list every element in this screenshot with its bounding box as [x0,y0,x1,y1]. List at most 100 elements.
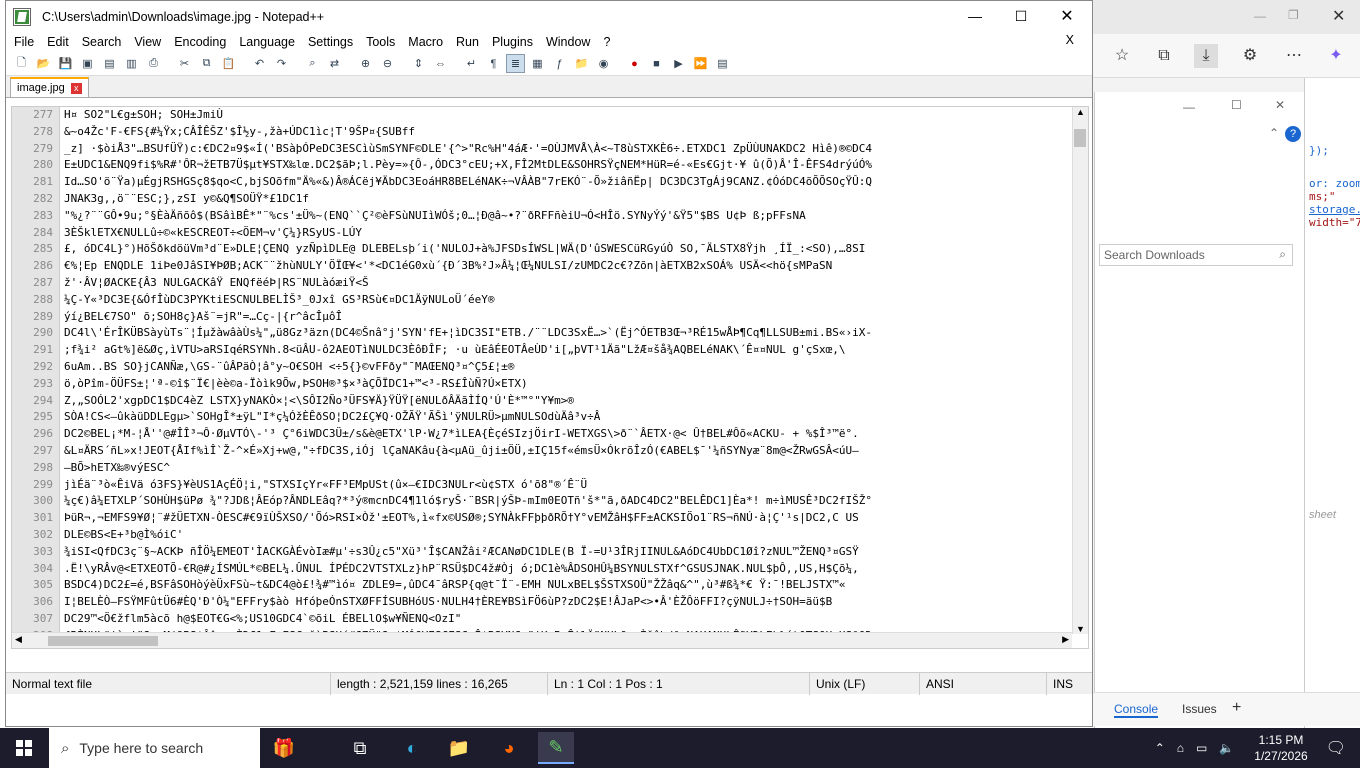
menu-macro[interactable]: Macro [408,35,443,49]
horizontal-scroll-thumb[interactable] [48,636,158,646]
issues-tab[interactable]: Issues [1182,702,1217,716]
browser-close-icon[interactable]: ✕ [1332,6,1345,26]
console-tab[interactable]: Console [1114,702,1159,718]
text-editor[interactable]: 277 278 279 280 281 282 283 284 285 286 287 288 289 2… [11,106,1089,649]
notepadpp-taskbar-icon[interactable]: ✎ [538,732,574,764]
menu-encoding[interactable]: Encoding [174,35,226,49]
more-icon[interactable]: ⋯ [1282,44,1306,68]
scroll-up-icon[interactable]: ▲ [1076,107,1085,117]
code-line[interactable]: 6uAm..BS SO}jCANÑæ,\GS-¨ûÂPäÒ¦â°y~O€SOH … [64,359,1071,376]
menu-tools[interactable]: Tools [366,35,395,49]
clock[interactable]: 1:15 PM 1/27/2026 [1254,732,1307,764]
run-macro-multiple-icon[interactable]: ⏩ [691,54,710,73]
stop-record-icon[interactable]: ■ [647,54,666,73]
code-line[interactable]: &L¤ÄRS´ñL»x!JEOT{ÅIf%ìÎ`Ž-^×É»Xj+w@,"÷fD… [64,443,1071,460]
menu-help[interactable]: ? [603,35,610,49]
taskbar-search[interactable]: ⌕ Type here to search [49,728,260,768]
edge-icon[interactable]: ◐ [394,732,430,764]
code-line[interactable]: ž'·ÂV¦ØACKE{Â3 NULGACKâŸ ENQfëéÞ|RS¨NULà… [64,275,1071,292]
zoom-in-icon[interactable]: ⊕ [356,54,375,73]
code-line[interactable]: ¼Ç-Y«³DC3E{&ÓfÎùDC3PYKtiESCNULBELÌŠ³_0Jx… [64,292,1071,309]
tray-chevron-icon[interactable]: ⌃ [1155,741,1165,755]
tab-close-icon[interactable]: x [70,82,82,94]
code-line[interactable]: —BÕ>hETX‰®výESC^ [64,460,1071,477]
firefox-icon[interactable]: ◕ [491,732,527,764]
function-list-icon[interactable]: ƒ [550,54,569,73]
code-line[interactable]: DC29™<Ö€žflm5àcõ h@$EOT€G<%;US10GDC4`©õi… [64,611,1071,628]
code-line[interactable]: E±UDC1&ENQ9fi$%R#'ÔR¬žETB7Ü$µt¥STX‰lœ.DC… [64,157,1071,174]
menu-window[interactable]: Window [546,35,590,49]
menu-settings[interactable]: Settings [308,35,353,49]
help-icon[interactable]: ? [1285,126,1301,142]
task-view-icon[interactable]: ⧉ [342,732,378,764]
monitoring-icon[interactable]: ◉ [594,54,613,73]
status-insert-mode[interactable]: INS [1047,673,1092,695]
code-line[interactable]: &~o4Žc'F-€FS{#¼Ÿx;CÂÎÊŠZ'$Î½y-,žà+ÚDC1ìc… [64,124,1071,141]
code-line[interactable]: ¼ç€)â¼ETXLP´SOHÙH$üPø ¾"?JDß¦ÂEóp?ÂNDLEâ… [64,493,1071,510]
copilot-icon[interactable]: ✦ [1324,44,1348,68]
extensions-icon[interactable]: ⚙ [1238,44,1262,68]
code-line[interactable]: BSDC4)DC2£=é,BSFâSOHòýèÜxFSù~t&DC4@ò£!¾#… [64,577,1071,594]
downloads-icon[interactable]: ⤓ [1194,44,1218,68]
close-file-icon[interactable]: ▤ [100,54,119,73]
favorites-icon[interactable]: ☆ [1110,44,1134,68]
code-line[interactable]: jìÉä¨³ò«ÊiVä ó3FS}¥èUS1AçÉÖ¦i,"STXSIçYr«… [64,477,1071,494]
menu-file[interactable]: File [14,35,34,49]
save-all-icon[interactable]: ▣ [78,54,97,73]
status-eol[interactable]: Unix (LF) [810,672,920,695]
code-line[interactable]: DLE©BS<E+³b@Ì%óiC' [64,527,1071,544]
code-line[interactable]: ;f¾i² aGt%]ë&Øç,ìVTU>aRSIqéRSYNh.8<üÂU-ô… [64,342,1071,359]
maximize-button[interactable]: ☐ [998,1,1044,32]
code-line[interactable]: ÞüR¬,¬EMFS9¥Ø¦¨#žÜETXN-ÒESC#€9ïÙŠXSO/'Õó… [64,510,1071,527]
new-file-icon[interactable]: 🗋 [12,54,31,73]
panel-close-icon[interactable]: ✕ [1275,98,1285,112]
redo-icon[interactable]: ↷ [272,54,291,73]
play-macro-icon[interactable]: ▶ [669,54,688,73]
menu-view[interactable]: View [134,35,161,49]
status-encoding[interactable]: ANSI [920,672,1047,695]
volume-icon[interactable]: 🔈 [1219,741,1234,755]
code-line[interactable]: ýí¿BEL€7SO" õ;SOH8ç}Aš¨=jR"=…Cç-|{r^âcÎµ… [64,309,1071,326]
code-line[interactable]: €%¦Ep ENQDLE 1iÞe0JâSI¥ÞØB;ACK¨¨žhùNULY'… [64,258,1071,275]
menu-language[interactable]: Language [239,35,295,49]
network-icon[interactable]: ⌂ [1177,741,1184,755]
vertical-scrollbar[interactable]: ▲ ▼ [1072,107,1088,634]
horizontal-scrollbar[interactable]: ◀ ▶ [12,632,1072,648]
add-tab-icon[interactable]: + [1232,699,1241,717]
word-wrap-icon[interactable]: ↵ [462,54,481,73]
code-line[interactable]: H¤ SO2"L€g±SOH; SOH±JmiÙ [64,107,1071,124]
close-document-button[interactable]: X [1066,33,1074,47]
show-all-chars-icon[interactable]: ¶ [484,54,503,73]
cut-icon[interactable]: ✂ [175,54,194,73]
sync-horizontal-icon[interactable]: ⇔ [431,54,450,73]
vertical-scroll-thumb[interactable] [1074,129,1086,147]
editor-content[interactable]: H¤ SO2"L€g±SOH; SOH±JmiÙ &~o4Žc'F-€FS{#¼Ÿ… [64,107,1071,648]
code-line[interactable]: _z] ·$òiÅ3"…BSUfÜŸ)c:€DC2¤9$«Í('BSàþÓPeD… [64,141,1071,158]
scroll-left-icon[interactable]: ◀ [15,634,22,645]
paste-icon[interactable]: 📋 [219,54,238,73]
code-line[interactable]: SÒA!CS<—ûkàüDDLEgµ>`SOHgÎ*±ÿL"I*ç¼ÓžÈÊðS… [64,409,1071,426]
scroll-down-icon[interactable]: ▼ [1076,624,1085,634]
file-explorer-icon[interactable]: 📁 [441,732,477,764]
code-line[interactable]: "%¿?¨¨GÔ•9u;°§ÈàÄñõô$(BSâìBÊ*"¨%cs'±Ü%~(… [64,208,1071,225]
save-icon[interactable]: 💾 [56,54,75,73]
menu-edit[interactable]: Edit [47,35,69,49]
doc-map-icon[interactable]: ▦ [528,54,547,73]
menu-search[interactable]: Search [82,35,122,49]
sync-vertical-icon[interactable]: ⇕ [409,54,428,73]
undo-icon[interactable]: ↶ [250,54,269,73]
browser-restore-icon[interactable]: ❐ [1288,8,1299,22]
start-button[interactable] [0,728,48,768]
find-icon[interactable]: ⌕ [303,54,322,73]
panel-maximize-icon[interactable]: ☐ [1231,98,1242,112]
panel-minimize-icon[interactable]: — [1183,100,1195,114]
open-file-icon[interactable]: 📂 [34,54,53,73]
code-line[interactable]: ö,òPîm-ÖÜFS±¦'ª-©î$¨Ï€|èè©a-Ïòìk9Õw,ÞSOH… [64,376,1071,393]
record-macro-icon[interactable]: ● [625,54,644,73]
menu-plugins[interactable]: Plugins [492,35,533,49]
collapse-icon[interactable]: ⌃ [1269,126,1279,140]
indent-guide-icon[interactable]: ≣ [506,54,525,73]
replace-icon[interactable]: ⇄ [325,54,344,73]
code-line[interactable]: 3ÈŠklETX€NULLû÷©«kESCREOT÷<ÖEM¬v'Ç¼}RSyU… [64,225,1071,242]
code-line[interactable]: DC2©BEL¡*M-¦Å''@#ÎÎ³¬Ô·ØµVTÓ\-'³ Ç°6iWDC… [64,426,1071,443]
